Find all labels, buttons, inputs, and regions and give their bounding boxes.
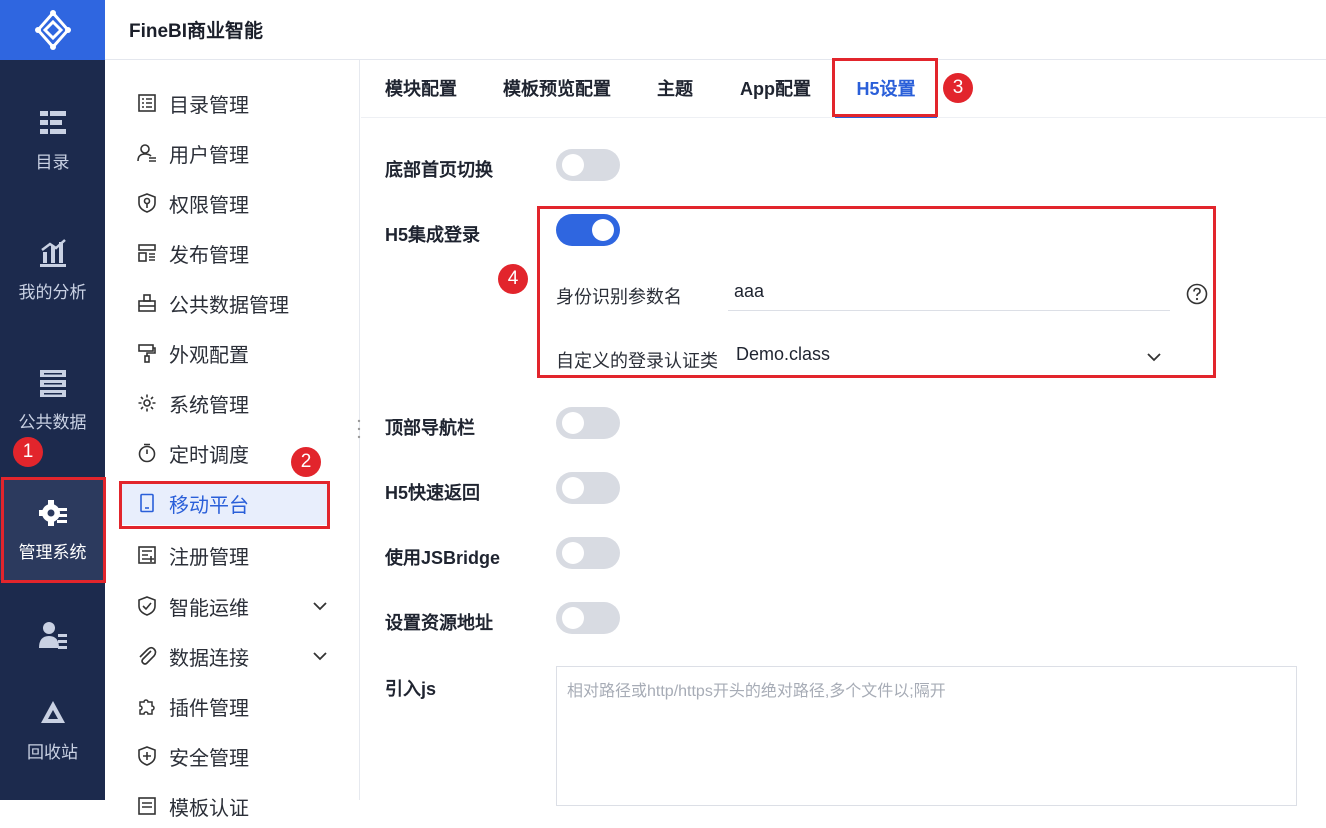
use-jsbridge-toggle[interactable]	[556, 537, 620, 569]
menu-item-publish[interactable]: 发布管理	[121, 231, 329, 275]
shield-plus-icon	[138, 746, 156, 766]
rail-item-recycle[interactable]: 回收站	[0, 680, 105, 780]
ops-icon	[138, 596, 156, 616]
menu-item-catalog[interactable]: 目录管理	[121, 81, 329, 125]
menu-label: 公共数据管理	[169, 294, 289, 317]
h5-quick-back-label: H5快速返回	[385, 483, 481, 503]
bottom-home-switch-label: 底部首页切换	[385, 160, 493, 180]
rail-label: 公共数据	[18, 412, 87, 432]
menu-item-permissions[interactable]: 权限管理	[121, 181, 329, 225]
admin-menu: 目录管理 用户管理 权限管理 发布管理 公共数据管理 外观配置 系统管理 定时调…	[105, 60, 360, 820]
toggle-knob	[562, 542, 584, 564]
toggle-knob	[562, 607, 584, 629]
include-js-textarea[interactable]	[556, 666, 1297, 806]
paperclip-icon	[139, 646, 157, 665]
top-nav-label: 顶部导航栏	[385, 418, 475, 438]
annotation-badge-2: 2	[291, 447, 321, 477]
rail-label: 我的分析	[18, 282, 87, 302]
recycle-icon	[40, 700, 65, 723]
user-icon	[137, 144, 156, 162]
register-icon	[138, 546, 156, 564]
annotation-box-1	[1, 477, 106, 583]
left-rail: 目录 我的分析 公共数据 管理系统 回收站	[0, 0, 105, 800]
public-data-icon	[39, 369, 66, 397]
chevron-down-icon[interactable]	[311, 647, 329, 665]
top-nav-toggle[interactable]	[556, 407, 620, 439]
menu-item-ops[interactable]: 智能运维	[121, 584, 329, 628]
menu-item-plugins[interactable]: 插件管理	[121, 684, 329, 728]
annotation-box-3	[832, 58, 938, 117]
menu-label: 模板认证	[169, 797, 249, 820]
tab-theme[interactable]: 主题	[657, 60, 693, 118]
menu-item-security[interactable]: 安全管理	[121, 734, 329, 778]
app-header: FineBI商业智能	[105, 0, 1326, 60]
rail-label: 回收站	[27, 742, 78, 762]
app-logo[interactable]	[0, 0, 105, 60]
toggle-knob	[562, 154, 584, 176]
menu-label: 权限管理	[169, 194, 249, 217]
h5-sso-label: H5集成登录	[385, 225, 481, 245]
menu-item-data-connection[interactable]: 数据连接	[121, 634, 329, 678]
rail-item-catalog[interactable]: 目录	[0, 90, 105, 190]
gear-icon	[138, 394, 156, 412]
menu-label: 安全管理	[169, 747, 249, 770]
menu-label: 注册管理	[169, 546, 249, 569]
menu-label: 目录管理	[169, 94, 249, 117]
catalog-icon	[39, 110, 66, 134]
menu-item-template-cert[interactable]: 模板认证	[121, 784, 329, 828]
user-admin-icon	[38, 622, 67, 649]
include-js-label: 引入js	[385, 679, 437, 699]
menu-label: 定时调度	[169, 444, 249, 467]
menu-item-public-data[interactable]: 公共数据管理	[121, 281, 329, 325]
shield-key-icon	[138, 193, 156, 213]
toggle-knob	[562, 477, 584, 499]
annotation-badge-4: 4	[498, 264, 528, 294]
resource-addr-label: 设置资源地址	[385, 613, 493, 633]
menu-item-users[interactable]: 用户管理	[121, 131, 329, 175]
menu-label: 发布管理	[169, 244, 249, 267]
menu-item-register[interactable]: 注册管理	[121, 533, 329, 577]
template-icon	[138, 797, 156, 815]
menu-label: 智能运维	[169, 597, 249, 620]
annotation-badge-3: 3	[943, 73, 973, 103]
annotation-badge-1: 1	[13, 437, 43, 467]
app-title: FineBI商业智能	[129, 21, 264, 42]
list-icon	[138, 94, 156, 112]
tab-app-config[interactable]: App配置	[740, 60, 811, 118]
stopwatch-icon	[138, 443, 156, 463]
tab-module-config[interactable]: 模块配置	[385, 60, 457, 118]
rail-item-public-data[interactable]: 公共数据	[0, 350, 105, 450]
public-data-icon	[138, 294, 156, 312]
use-jsbridge-label: 使用JSBridge	[385, 548, 501, 568]
menu-label: 系统管理	[169, 394, 249, 417]
annotation-box-4	[537, 206, 1216, 378]
menu-item-system[interactable]: 系统管理	[121, 381, 329, 425]
menu-label: 外观配置	[169, 344, 249, 367]
logo-icon	[34, 10, 71, 50]
annotation-box-2	[119, 481, 330, 529]
analysis-icon	[39, 238, 66, 267]
menu-label: 插件管理	[169, 697, 249, 720]
paint-roller-icon	[138, 344, 156, 363]
puzzle-icon	[139, 699, 155, 715]
rail-item-user-admin[interactable]	[0, 600, 105, 680]
h5-quick-back-toggle[interactable]	[556, 472, 620, 504]
toggle-knob	[562, 412, 584, 434]
menu-label: 数据连接	[169, 647, 249, 670]
rail-label: 目录	[35, 152, 70, 172]
menu-item-appearance[interactable]: 外观配置	[121, 331, 329, 375]
rail-item-analysis[interactable]: 我的分析	[0, 220, 105, 320]
resource-addr-toggle[interactable]	[556, 602, 620, 634]
publish-icon	[138, 244, 156, 262]
chevron-down-icon[interactable]	[311, 597, 329, 615]
menu-label: 用户管理	[169, 144, 249, 167]
tab-template-preview[interactable]: 模板预览配置	[503, 60, 611, 118]
bottom-home-switch-toggle[interactable]	[556, 149, 620, 181]
